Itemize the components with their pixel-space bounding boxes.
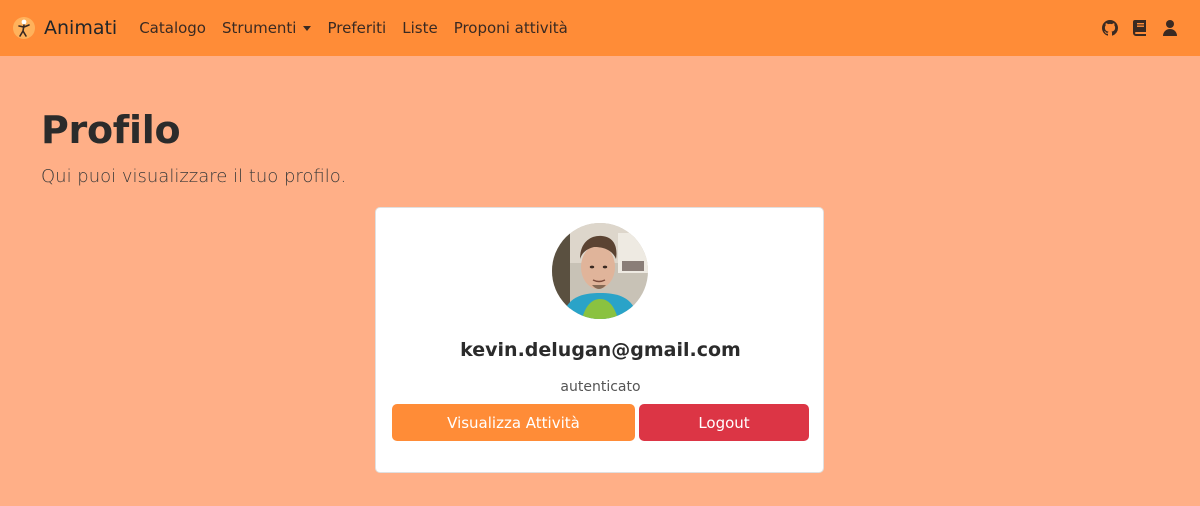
view-activities-button[interactable]: Visualizza Attività bbox=[392, 404, 635, 441]
nav-preferiti[interactable]: Preferiti bbox=[327, 19, 386, 37]
book-icon[interactable] bbox=[1132, 20, 1148, 36]
brand-name: Animati bbox=[44, 17, 118, 39]
chevron-down-icon bbox=[303, 26, 312, 31]
page-title: Profilo bbox=[41, 108, 181, 152]
brand-link[interactable]: Animati bbox=[12, 16, 117, 40]
nav-icons bbox=[1088, 0, 1178, 56]
auth-status: autenticato bbox=[560, 379, 641, 395]
page-subtitle: Qui puoi visualizzare il tuo profilo. bbox=[41, 166, 347, 187]
nav-links: Catalogo Strumenti Preferiti Liste Propo… bbox=[139, 19, 584, 37]
avatar bbox=[552, 223, 648, 319]
top-navbar: Animati Catalogo Strumenti Preferiti Lis… bbox=[0, 0, 1200, 56]
logout-button[interactable]: Logout bbox=[639, 404, 809, 441]
nav-strumenti-label: Strumenti bbox=[222, 19, 297, 37]
nav-strumenti-dropdown[interactable]: Strumenti bbox=[222, 19, 312, 37]
profile-card: kevin.delugan@gmail.com autenticato Visu… bbox=[375, 207, 824, 473]
user-email: kevin.delugan@gmail.com bbox=[460, 339, 741, 361]
github-icon[interactable] bbox=[1102, 20, 1118, 36]
brand-logo-icon bbox=[13, 17, 35, 39]
nav-liste[interactable]: Liste bbox=[402, 19, 437, 37]
user-icon[interactable] bbox=[1162, 20, 1178, 36]
nav-catalogo[interactable]: Catalogo bbox=[139, 19, 206, 37]
nav-proponi-attivita[interactable]: Proponi attività bbox=[454, 19, 568, 37]
